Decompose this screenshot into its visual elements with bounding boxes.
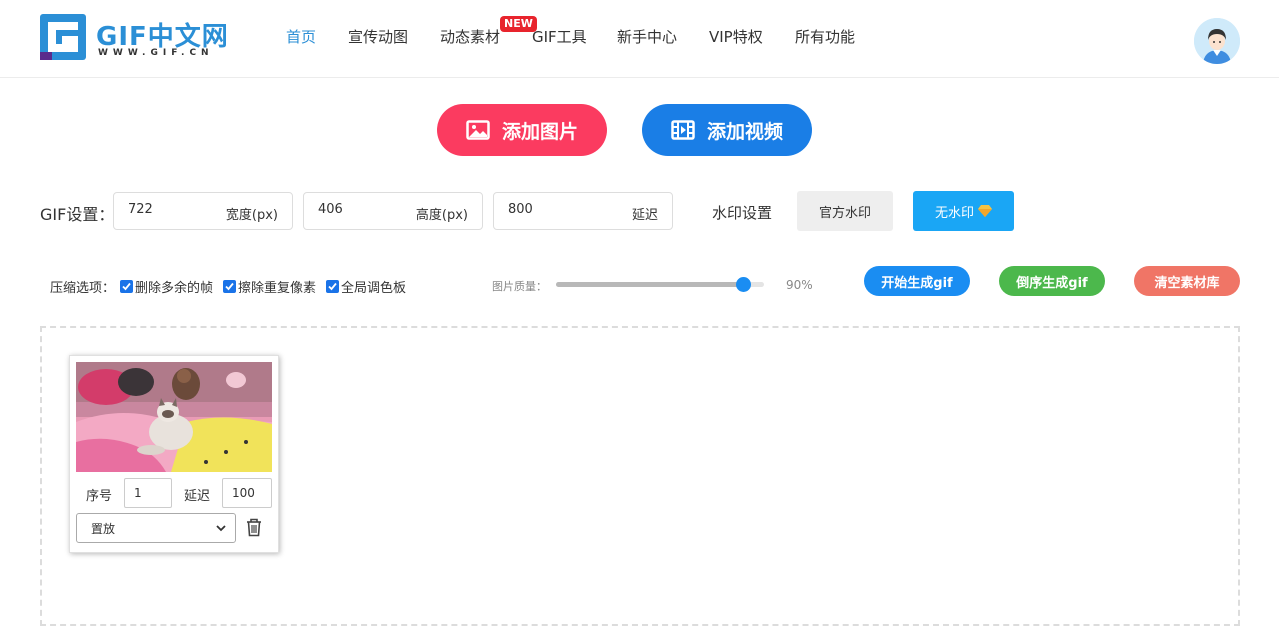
site-logo[interactable]: GIF中文网 WWW.GIF.CN [40, 14, 240, 62]
quality-slider-thumb[interactable] [736, 277, 751, 292]
add-image-label: 添加图片 [501, 120, 578, 143]
checkbox-checked-icon [223, 280, 237, 293]
diamond-icon [978, 205, 992, 217]
compression-label: 压缩选项： [50, 281, 116, 296]
no-watermark-button[interactable]: 无水印 [913, 191, 1014, 231]
quality-slider-fill [556, 282, 743, 287]
checkbox-remove-frames-label: 删除多余的帧 [135, 281, 214, 296]
clear-material-library-button[interactable]: 清空素材库 [1134, 266, 1240, 296]
no-watermark-label: 无水印 [934, 205, 974, 221]
checkbox-global-palette[interactable]: 全局调色板 [326, 277, 406, 296]
nav-item-all-features[interactable]: 所有功能 [795, 26, 855, 47]
checkbox-checked-icon [120, 280, 134, 293]
logo-mark-icon [40, 14, 86, 60]
height-unit: 高度(px) [415, 208, 468, 223]
gif-settings-label: GIF设置： [40, 205, 115, 224]
nav-item-vip[interactable]: VIP特权 [709, 26, 763, 47]
logo-subtext: WWW.GIF.CN [98, 48, 214, 58]
add-video-label: 添加视频 [706, 120, 783, 143]
checkbox-checked-icon [326, 280, 340, 293]
start-generate-gif-button[interactable]: 开始生成gif [864, 266, 970, 296]
image-icon [466, 120, 490, 140]
checkbox-erase-pixels-label: 擦除重复像素 [238, 281, 317, 296]
checkbox-erase-pixels[interactable]: 擦除重复像素 [223, 277, 316, 296]
quality-value: 90% [786, 278, 813, 292]
width-input[interactable] [128, 202, 218, 217]
delay-unit: 延迟 [631, 208, 658, 223]
nav-item-beginner-center[interactable]: 新手中心 [617, 26, 677, 47]
avatar-person-icon [1194, 18, 1240, 64]
frame-mode-value: 置放 [91, 521, 116, 536]
nav-item-promo-gif[interactable]: 宣传动图 [348, 26, 408, 47]
compression-options: 压缩选项： 删除多余的帧 擦除重复像素 全局调色板 [50, 277, 416, 296]
quality-slider[interactable] [556, 277, 764, 292]
frame-delay-label: 延迟 [184, 489, 211, 504]
user-avatar[interactable] [1194, 18, 1240, 64]
reverse-generate-gif-button[interactable]: 倒序生成gif [999, 266, 1105, 296]
frame-mode-select[interactable]: 置放 [76, 513, 236, 543]
cat-on-bed-image [76, 362, 272, 472]
add-video-button[interactable]: 添加视频 [642, 104, 812, 156]
checkbox-global-palette-label: 全局调色板 [341, 281, 407, 296]
order-input[interactable] [124, 478, 172, 508]
nav-item-home[interactable]: 首页 [286, 26, 316, 47]
chevron-down-icon [216, 525, 226, 532]
delay-field[interactable]: 延迟 [493, 192, 673, 230]
nav-item-dynamic-material[interactable]: 动态素材 [440, 26, 500, 47]
top-header: GIF中文网 WWW.GIF.CN 首页 宣传动图 动态素材 GIF工具 新手中… [0, 0, 1279, 78]
official-watermark-button[interactable]: 官方水印 [797, 191, 893, 231]
add-image-button[interactable]: 添加图片 [437, 104, 607, 156]
height-input[interactable] [318, 202, 408, 217]
trash-icon[interactable] [245, 517, 263, 537]
new-badge: NEW [500, 16, 537, 32]
quality-label: 图片质量： [492, 280, 547, 293]
film-icon [671, 120, 695, 140]
order-label: 序号 [86, 489, 113, 504]
frame-thumbnail[interactable] [76, 362, 272, 472]
width-unit: 宽度(px) [225, 208, 278, 223]
nav-item-gif-tools[interactable]: GIF工具 [532, 26, 587, 47]
delay-input[interactable] [508, 202, 598, 217]
checkbox-remove-frames[interactable]: 删除多余的帧 [120, 277, 213, 296]
width-field[interactable]: 宽度(px) [113, 192, 293, 230]
watermark-settings-label: 水印设置 [712, 204, 773, 222]
height-field[interactable]: 高度(px) [303, 192, 483, 230]
frame-delay-input[interactable] [222, 478, 272, 508]
material-card: 序号 延迟 置放 [69, 355, 279, 553]
